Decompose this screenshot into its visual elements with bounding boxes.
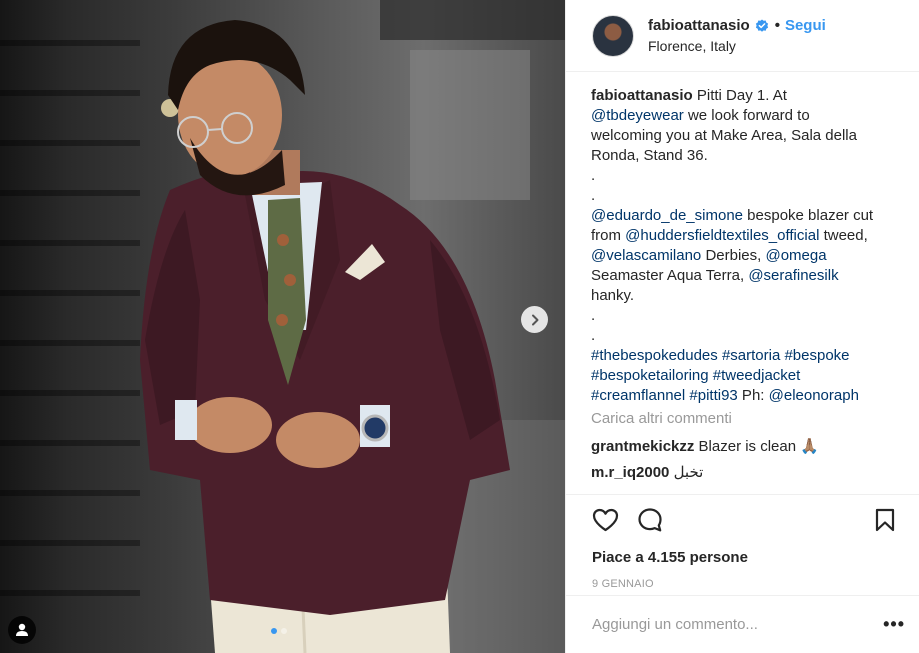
post-location[interactable]: Florence, Italy	[648, 38, 826, 54]
caption-text: Derbies,	[701, 247, 766, 264]
caption-text: Ronda, Stand 36.	[591, 147, 708, 164]
bookmark-icon	[875, 508, 895, 532]
caption-text: welcoming you at Make Area, Sala della	[591, 127, 857, 144]
comment-input[interactable]	[592, 616, 884, 633]
caption-text: .	[591, 187, 596, 204]
comment-item: grantmekickzz Blazer is clean 🙏🏽	[591, 437, 907, 457]
comment-bubble-icon	[638, 508, 662, 532]
heart-icon	[592, 508, 619, 532]
mention-link[interactable]: @eleonoraph	[769, 387, 859, 404]
comment-text: تخبل	[669, 464, 704, 481]
comment-username[interactable]: grantmekickzz	[591, 438, 694, 455]
post-actions-section: Piace a 4.155 persone 9 GENNAIO	[566, 494, 919, 590]
load-more-comments-button[interactable]: Carica altri commenti	[591, 409, 907, 429]
comment-item: m.r_iq2000 تخبل	[591, 463, 907, 483]
chevron-right-icon	[531, 314, 538, 325]
caption-text: .	[591, 167, 596, 184]
add-comment-bar: •••	[566, 595, 919, 653]
post-caption: fabioattanasio Pitti Day 1. At @tbdeyewe…	[591, 86, 907, 406]
comment-username[interactable]: m.r_iq2000	[591, 464, 669, 481]
hashtag-link[interactable]: #thebespokedudes #sartoria #bespoke	[591, 346, 907, 366]
background-slats	[0, 40, 140, 596]
user-tag-icon	[16, 623, 28, 636]
post-header: fabioattanasio • Segui Florence, Italy	[566, 0, 919, 72]
likes-count[interactable]: Piace a 4.155 persone	[592, 549, 895, 566]
post-photo[interactable]	[0, 0, 565, 653]
watch	[361, 414, 389, 442]
carousel-indicator	[271, 628, 287, 634]
carousel-next-button[interactable]	[521, 306, 548, 333]
mention-link[interactable]: @omega	[765, 247, 826, 264]
caption-text: .	[591, 327, 596, 344]
verified-badge-icon	[755, 19, 768, 32]
author-username[interactable]: fabioattanasio	[648, 17, 750, 34]
post-date[interactable]: 9 GENNAIO	[592, 578, 895, 590]
comments-list: fabioattanasio Pitti Day 1. At @tbdeyewe…	[591, 86, 907, 483]
hashtag-link[interactable]: #creamflannel #pitti93	[591, 387, 738, 404]
mention-link[interactable]: @velascamilano	[591, 247, 701, 264]
like-button[interactable]	[592, 508, 619, 532]
caption-text: from	[591, 227, 626, 244]
right-hand	[276, 412, 360, 468]
caption-text: .	[591, 307, 596, 324]
more-options-button[interactable]: •••	[883, 614, 905, 635]
hashtag-link[interactable]: #bespoketailoring #tweedjacket	[591, 366, 907, 386]
save-button[interactable]	[875, 508, 895, 532]
mention-link[interactable]: @huddersfieldtextiles_official	[625, 227, 819, 244]
action-bar	[592, 495, 895, 545]
caption-text: we look forward to	[683, 107, 810, 124]
follow-button[interactable]: Segui	[785, 17, 826, 34]
carousel-dot	[281, 628, 287, 634]
mention-link[interactable]: @tbdeyewear	[591, 107, 684, 124]
comment-text: Blazer is clean 🙏🏽	[694, 438, 819, 455]
window-light	[410, 50, 530, 200]
photo-illustration	[0, 0, 565, 653]
caption-username[interactable]: fabioattanasio	[591, 87, 693, 104]
comment-button[interactable]	[637, 507, 663, 533]
post-side-panel: fabioattanasio • Segui Florence, Italy f…	[565, 0, 919, 653]
user-tags-button[interactable]	[8, 616, 36, 644]
mention-link[interactable]: @eduardo_de_simone	[591, 207, 743, 224]
caption-text: bespoke blazer cut	[743, 207, 874, 224]
caption-text: hanky.	[591, 287, 635, 304]
left-hand	[188, 397, 272, 453]
caption-text: Seamaster Aqua Terra,	[591, 267, 749, 284]
caption-text: Ph:	[737, 387, 769, 404]
caption-text: Pitti Day 1. At	[692, 87, 787, 104]
carousel-dot-active	[271, 628, 277, 634]
separator-bullet: •	[774, 17, 780, 34]
caption-text: tweed,	[819, 227, 868, 244]
mention-link[interactable]: @serafinesilk	[748, 267, 838, 284]
avatar[interactable]	[592, 14, 634, 57]
